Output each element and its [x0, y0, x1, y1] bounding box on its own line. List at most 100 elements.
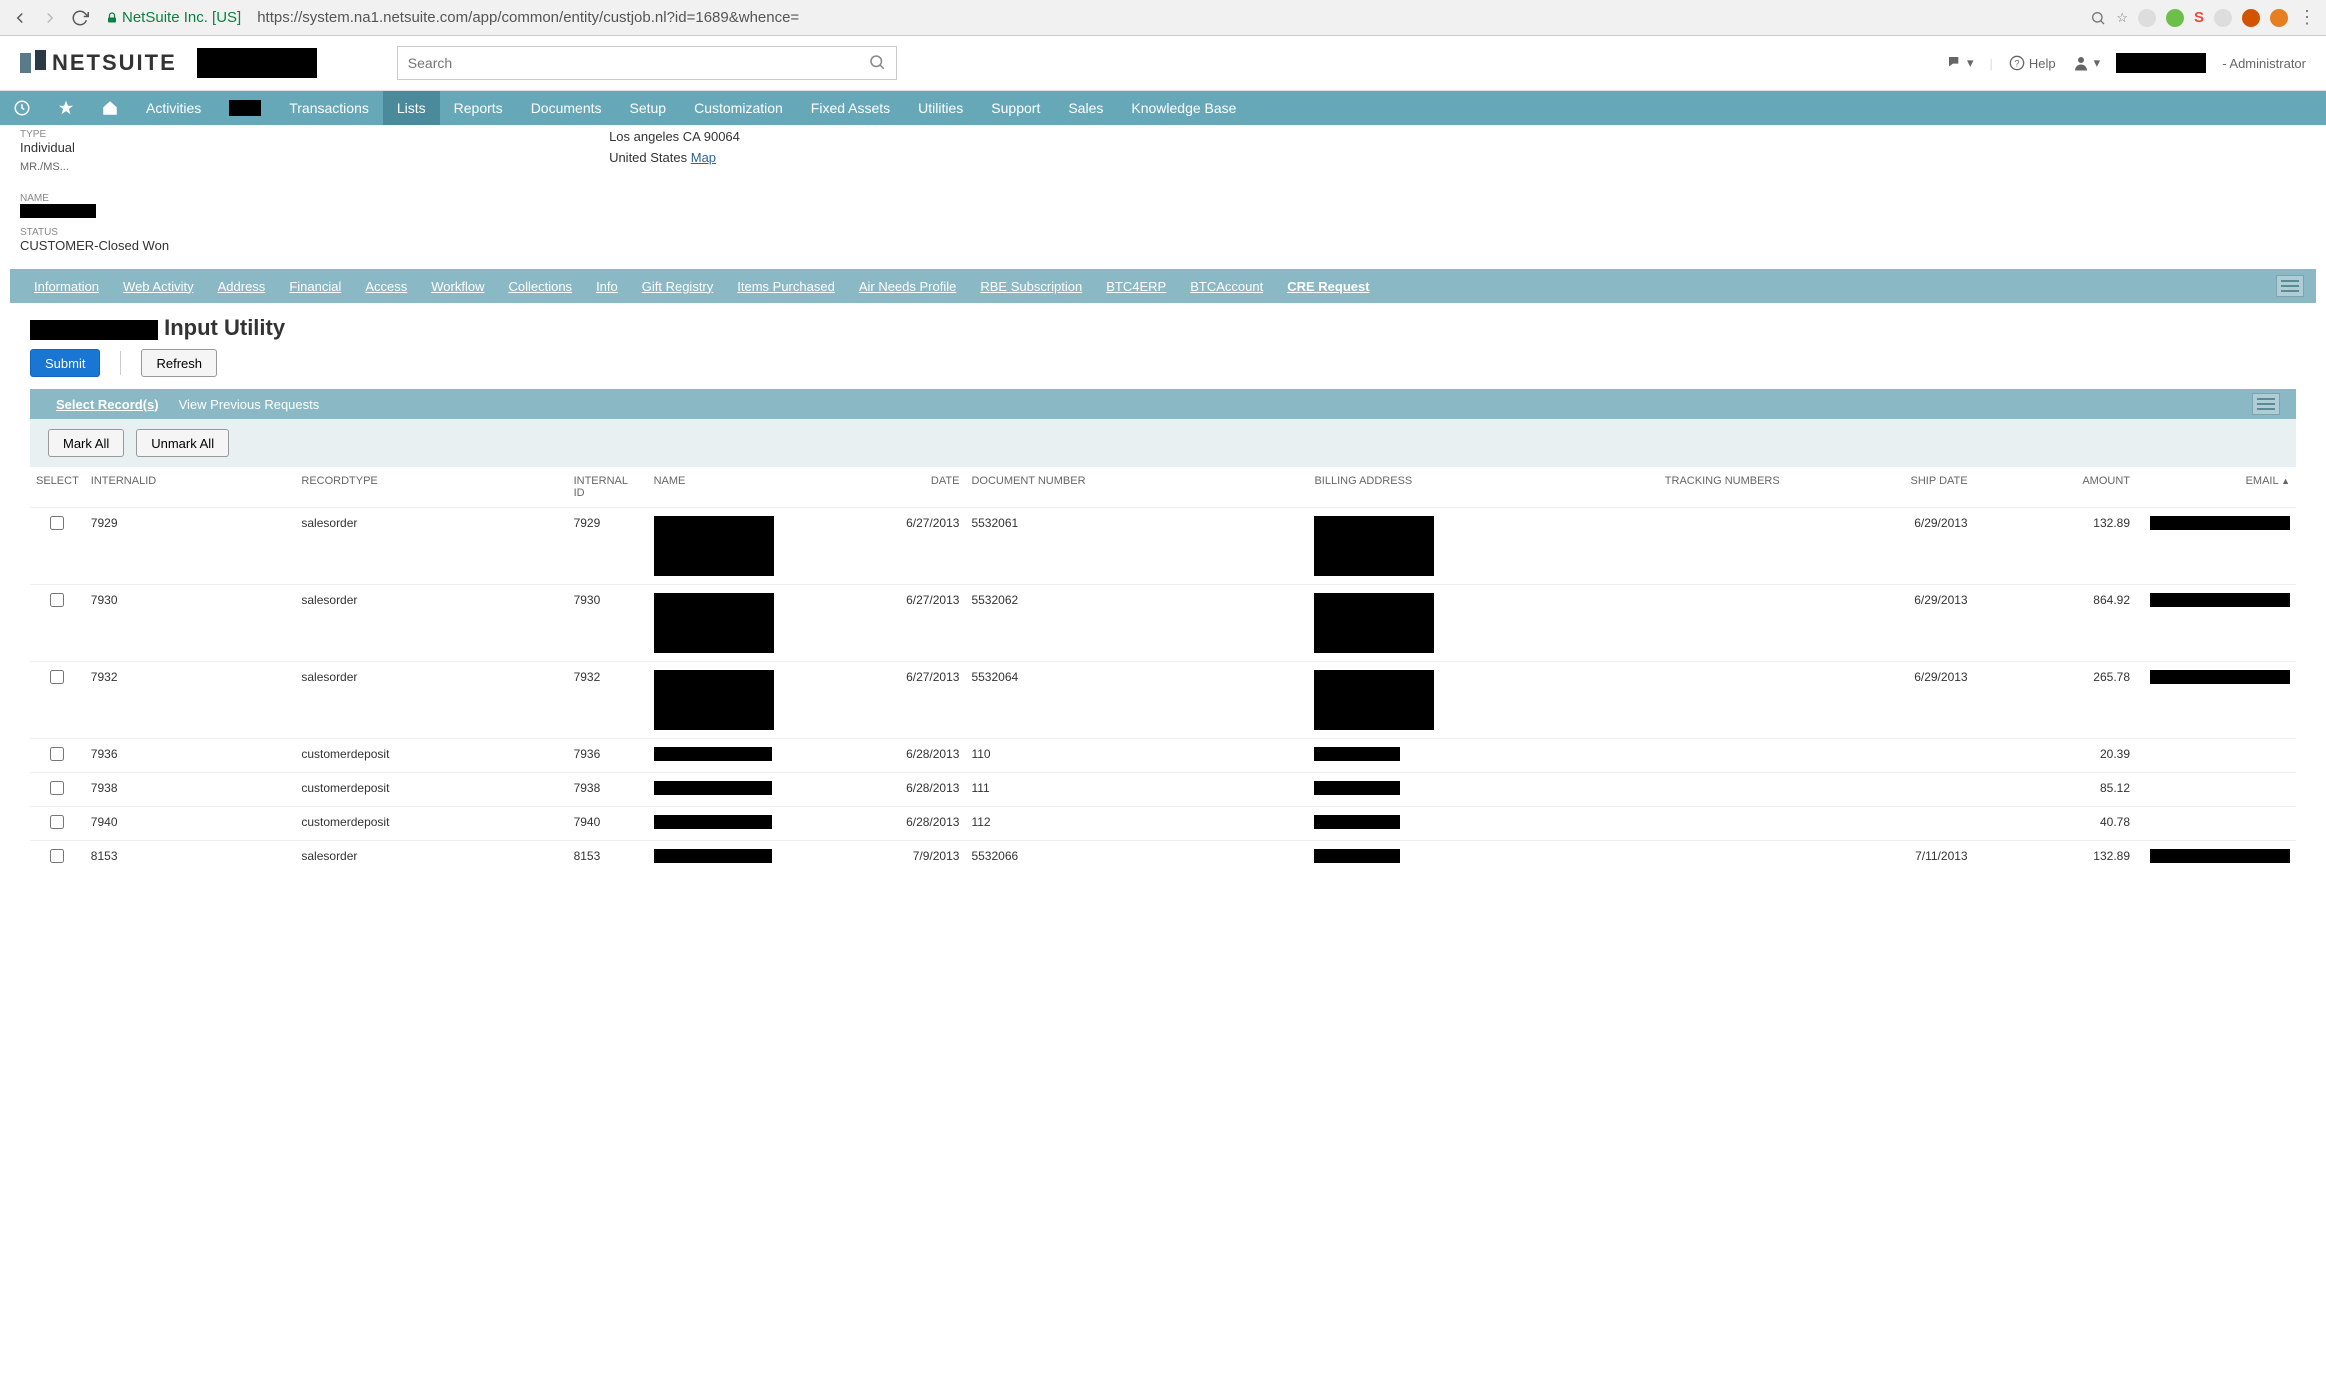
shortcuts-icon[interactable] — [44, 91, 88, 125]
address-line: Los angeles CA 90064 — [609, 129, 740, 144]
cell-internalid: 7940 — [85, 807, 296, 841]
col-internalid[interactable]: INTERNALID — [85, 467, 296, 508]
cell-tracking — [1440, 585, 1785, 662]
nav-item-customization[interactable]: Customization — [680, 91, 797, 125]
user-menu[interactable]: ▾ — [2072, 54, 2101, 72]
col-email[interactable]: EMAIL ▲ — [2136, 467, 2296, 508]
row-checkbox[interactable] — [50, 747, 64, 761]
star-icon[interactable]: ☆ — [2116, 10, 2128, 26]
billing-redacted — [1314, 593, 1434, 653]
netsuite-logo[interactable]: NETSUITE — [20, 50, 177, 76]
nav-item-sales[interactable]: Sales — [1054, 91, 1117, 125]
col-docnum[interactable]: DOCUMENT NUMBER — [965, 467, 1308, 508]
col-date[interactable]: DATE — [788, 467, 966, 508]
map-link[interactable]: Map — [691, 150, 716, 165]
nav-item-activities[interactable]: Activities — [132, 91, 215, 125]
subtab-rbe-subscription[interactable]: RBE Subscription — [968, 269, 1094, 303]
cell-internal-id: 8153 — [568, 841, 648, 875]
subtab-gift-registry[interactable]: Gift Registry — [630, 269, 726, 303]
subtab-collections[interactable]: Collections — [496, 269, 584, 303]
extension-icon[interactable] — [2214, 9, 2232, 27]
section-bar: Select Record(s) View Previous Requests — [30, 389, 2296, 419]
col-shipdate[interactable]: SHIP DATE — [1786, 467, 1974, 508]
url-bar[interactable]: https://system.na1.netsuite.com/app/comm… — [257, 9, 2080, 26]
nav-item-transactions[interactable]: Transactions — [275, 91, 383, 125]
tab-view-previous[interactable]: View Previous Requests — [169, 397, 330, 412]
tab-select-records[interactable]: Select Record(s) — [46, 397, 169, 412]
subtab-btc4erp[interactable]: BTC4ERP — [1094, 269, 1178, 303]
search-icon[interactable] — [868, 53, 886, 74]
search-input[interactable] — [408, 55, 886, 71]
subtab-items-purchased[interactable]: Items Purchased — [725, 269, 847, 303]
col-name[interactable]: NAME — [648, 467, 788, 508]
subtab-cre-request[interactable]: CRE Request — [1275, 269, 1381, 303]
cell-date: 6/27/2013 — [788, 508, 966, 585]
extension-icon[interactable] — [2270, 9, 2288, 27]
cell-email — [2136, 585, 2296, 662]
mark-toolbar: Mark All Unmark All — [30, 419, 2296, 467]
back-button[interactable] — [10, 8, 30, 28]
extension-icon[interactable] — [2242, 9, 2260, 27]
subtab-address[interactable]: Address — [206, 269, 278, 303]
reload-button[interactable] — [70, 8, 90, 28]
subtab-btcaccount[interactable]: BTCAccount — [1178, 269, 1275, 303]
nav-item-support[interactable]: Support — [977, 91, 1054, 125]
col-select[interactable]: SELECT — [30, 467, 85, 508]
cell-billing — [1308, 508, 1440, 585]
home-icon[interactable] — [88, 91, 132, 125]
row-checkbox[interactable] — [50, 849, 64, 863]
mark-all-button[interactable]: Mark All — [48, 429, 124, 457]
cell-internalid: 7936 — [85, 739, 296, 773]
col-recordtype[interactable]: RECORDTYPE — [295, 467, 567, 508]
name-redacted — [654, 849, 772, 863]
row-checkbox[interactable] — [50, 516, 64, 530]
cell-shipdate — [1786, 807, 1974, 841]
refresh-button[interactable]: Refresh — [141, 349, 217, 377]
cell-shipdate: 6/29/2013 — [1786, 585, 1974, 662]
customer-name-redacted — [20, 204, 96, 218]
subtab-web-activity[interactable]: Web Activity — [111, 269, 206, 303]
forward-button[interactable] — [40, 8, 60, 28]
row-checkbox[interactable] — [50, 815, 64, 829]
subtab-access[interactable]: Access — [353, 269, 419, 303]
recent-records-icon[interactable] — [0, 91, 44, 125]
nav-item-fixed-assets[interactable]: Fixed Assets — [797, 91, 904, 125]
global-search[interactable] — [397, 46, 897, 80]
col-billing[interactable]: BILLING ADDRESS — [1308, 467, 1440, 508]
nav-item-documents[interactable]: Documents — [517, 91, 616, 125]
nav-item-knowledge-base[interactable]: Knowledge Base — [1117, 91, 1250, 125]
cell-tracking — [1440, 841, 1785, 875]
extension-icon[interactable]: S — [2194, 9, 2204, 26]
subtab-layout-icon[interactable] — [2276, 275, 2304, 297]
feedback-icon[interactable]: ▾ — [1947, 55, 1974, 71]
row-checkbox[interactable] — [50, 670, 64, 684]
extension-icon[interactable] — [2138, 9, 2156, 27]
cell-shipdate — [1786, 739, 1974, 773]
zoom-icon[interactable] — [2090, 10, 2106, 26]
section-layout-icon[interactable] — [2252, 393, 2280, 415]
nav-item-redacted[interactable] — [215, 91, 275, 125]
cell-name — [648, 841, 788, 875]
submit-button[interactable]: Submit — [30, 349, 100, 377]
subtab-info[interactable]: Info — [584, 269, 630, 303]
page-title: Input Utility — [30, 315, 285, 340]
help-button[interactable]: ? Help — [2009, 55, 2056, 71]
row-checkbox[interactable] — [50, 593, 64, 607]
cell-amount: 864.92 — [1974, 585, 2136, 662]
row-checkbox[interactable] — [50, 781, 64, 795]
menu-icon[interactable]: ⋮ — [2298, 7, 2316, 28]
nav-item-reports[interactable]: Reports — [440, 91, 517, 125]
nav-item-lists[interactable]: Lists — [383, 91, 440, 125]
unmark-all-button[interactable]: Unmark All — [136, 429, 229, 457]
nav-item-utilities[interactable]: Utilities — [904, 91, 977, 125]
col-amount[interactable]: AMOUNT — [1974, 467, 2136, 508]
subtab-financial[interactable]: Financial — [277, 269, 353, 303]
col-tracking[interactable]: TRACKING NUMBERS — [1440, 467, 1785, 508]
subtab-air-needs-profile[interactable]: Air Needs Profile — [847, 269, 969, 303]
col-internal-id[interactable]: INTERNAL ID — [568, 467, 648, 508]
subtab-information[interactable]: Information — [22, 269, 111, 303]
nav-item-setup[interactable]: Setup — [616, 91, 681, 125]
subtab-workflow[interactable]: Workflow — [419, 269, 496, 303]
extension-icon[interactable] — [2166, 9, 2184, 27]
status-value: CUSTOMER-Closed Won — [20, 238, 169, 253]
